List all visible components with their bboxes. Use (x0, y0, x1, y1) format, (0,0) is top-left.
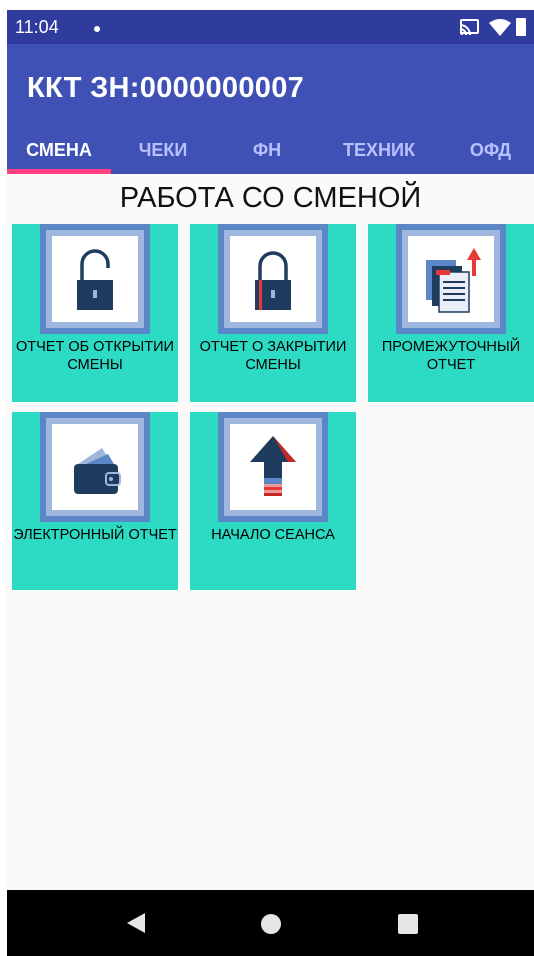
status-time: 11:04 (15, 17, 59, 37)
tile-label: ЭЛЕКТРОННЫЙ ОТЧЕТ (13, 527, 177, 543)
back-icon[interactable] (125, 911, 147, 935)
tile-close-shift-report[interactable]: ОТЧЕТ О ЗАКРЫТИИ СМЕНЫ (190, 224, 356, 402)
home-icon[interactable] (261, 914, 281, 934)
tile-open-shift-report[interactable]: ОТЧЕТ ОБ ОТКРЫТИИ СМЕНЫ (12, 224, 178, 402)
tab-ofd[interactable]: ОФД (447, 126, 534, 174)
tab-cheki[interactable]: ЧЕКИ (111, 126, 215, 174)
wallet-icon (74, 448, 121, 494)
tile-label: ОТЧЕТ ОБ ОТКРЫТИИ СМЕНЫ (16, 339, 174, 373)
tab-bar: СМЕНА ЧЕКИ ФН ТЕХНИК ОФД (7, 126, 534, 174)
tile-label: НАЧАЛО СЕАНСА (211, 527, 335, 543)
open-padlock-icon (77, 249, 113, 310)
icon-frame (40, 224, 150, 334)
icon-frame (218, 412, 328, 522)
tab-fn[interactable]: ФН (215, 126, 319, 174)
notification-dot-icon (94, 26, 100, 32)
icon-frame (218, 224, 328, 334)
closed-padlock-icon (255, 251, 291, 310)
documents-upload-icon (426, 248, 481, 313)
app-title: ККТ ЗН:0000000007 (27, 72, 305, 104)
recent-apps-icon[interactable] (398, 914, 418, 934)
cast-icon (459, 19, 479, 35)
tile-session-start[interactable]: НАЧАЛО СЕАНСА (190, 412, 356, 590)
tile-interim-report[interactable]: ПРОМЕЖУТОЧНЫЙ ОТЧЕТ (368, 224, 534, 402)
tab-indicator (7, 169, 111, 174)
tile-label: ПРОМЕЖУТОЧНЫЙ ОТЧЕТ (381, 339, 521, 373)
nav-bar (7, 890, 534, 956)
tile-electronic-report[interactable]: ЭЛЕКТРОННЫЙ ОТЧЕТ (12, 412, 178, 590)
icon-frame (40, 412, 150, 522)
tile-label: ОТЧЕТ О ЗАКРЫТИИ СМЕНЫ (199, 339, 347, 373)
battery-icon (516, 18, 526, 36)
status-bar: 11:04 (7, 10, 534, 44)
icon-frame (396, 224, 506, 334)
wifi-icon (489, 19, 511, 36)
app-bar: ККТ ЗН:0000000007 СМЕНА ЧЕКИ ФН ТЕХНИК О… (7, 44, 534, 174)
tab-tekhnik[interactable]: ТЕХНИК (319, 126, 439, 174)
section-title: РАБОТА СО СМЕНОЙ (119, 182, 422, 214)
app-screen: 11:04 ККТ ЗН:0000000007 СМЕНА ЧЕКИ ФН ТЕ… (7, 10, 534, 956)
upload-arrow-icon (250, 436, 296, 496)
tab-smena[interactable]: СМЕНА (7, 126, 111, 174)
